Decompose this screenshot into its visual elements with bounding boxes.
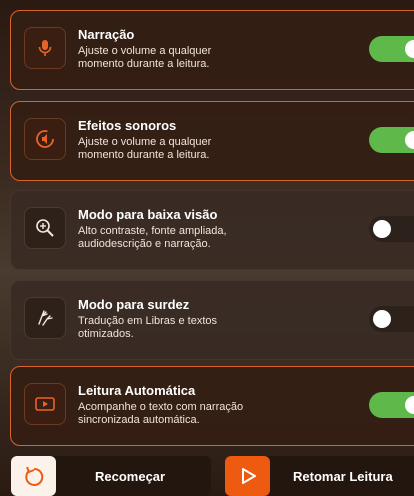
toggle-knob [373, 220, 391, 238]
setting-narration: Narração Ajuste o volume a qualquer momen… [10, 10, 414, 90]
setting-title: Narração [78, 27, 135, 42]
setting-description: Alto contraste, fonte ampliada, audiodesc… [78, 225, 227, 250]
resume-reading-button[interactable]: Retomar Leitura [225, 456, 414, 496]
setting-description: Tradução em Libras e textos otimizados. [78, 315, 217, 340]
setting-sound-effects: Efeitos sonoros Ajuste o volume a qualqu… [10, 101, 414, 181]
auto-read-icon [24, 383, 66, 425]
sound-effects-icon [24, 118, 66, 160]
setting-deaf-mode: Modo para surdez Tradução em Libras e te… [10, 280, 414, 360]
sound-effects-toggle[interactable] [369, 127, 414, 153]
deaf-mode-toggle[interactable] [369, 306, 414, 332]
sign-language-hands-icon [24, 297, 66, 339]
setting-low-vision: Modo para baixa visão Alto contraste, fo… [10, 190, 414, 270]
toggle-knob [405, 396, 414, 414]
toggle-knob [405, 40, 414, 58]
setting-title: Efeitos sonoros [78, 118, 177, 133]
setting-title: Modo para baixa visão [78, 207, 218, 222]
resume-label: Retomar Leitura [293, 469, 393, 484]
setting-title: Leitura Automática [78, 383, 196, 398]
setting-description: Acompanhe o texto com narração sincroniza… [78, 401, 244, 426]
low-vision-toggle[interactable] [369, 216, 414, 242]
microphone-icon [24, 27, 66, 69]
setting-auto-read: Leitura Automática Acompanhe o texto com… [10, 366, 414, 446]
restart-label: Recomeçar [95, 469, 166, 484]
magnifier-icon [24, 207, 66, 249]
setting-description: Ajuste o volume a qualquer momento durant… [78, 136, 212, 161]
auto-read-toggle[interactable] [369, 392, 414, 418]
play-icon [225, 456, 270, 496]
narration-toggle[interactable] [369, 36, 414, 62]
restart-icon [11, 456, 56, 496]
toggle-knob [405, 131, 414, 149]
setting-description: Ajuste o volume a qualquer momento durant… [78, 45, 212, 70]
restart-button[interactable]: Recomeçar [11, 456, 211, 496]
setting-title: Modo para surdez [78, 297, 190, 312]
toggle-knob [373, 310, 391, 328]
